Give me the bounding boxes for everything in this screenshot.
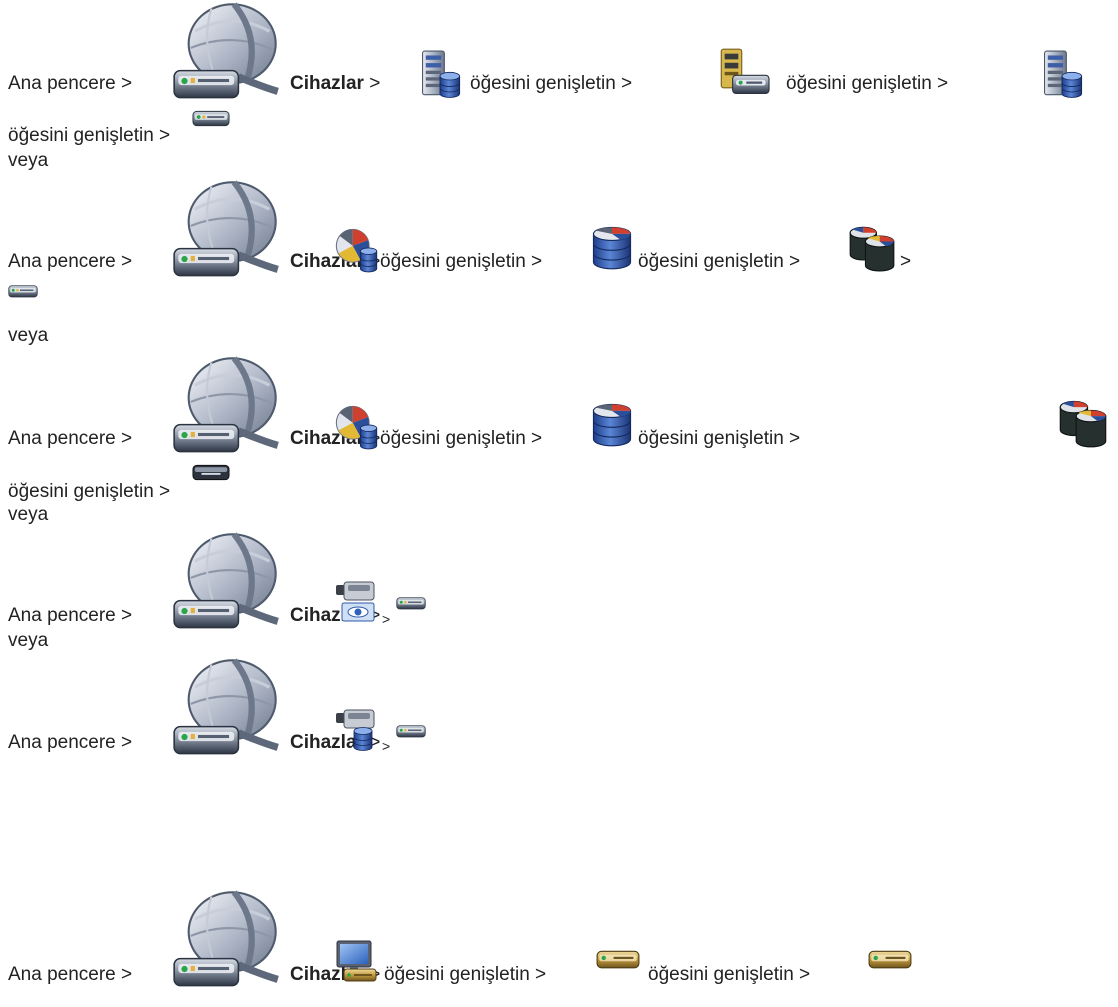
path-line-1b: Cihazlar >	[290, 73, 380, 95]
main-window-label: Ana pencere	[8, 605, 116, 626]
separator: >	[121, 428, 133, 449]
encoder-box-gold-icon	[868, 946, 912, 972]
main-window-label: Ana pencere	[8, 73, 116, 94]
expand-text: öğesini genişletin	[380, 251, 526, 272]
path-line-3e: >	[900, 251, 911, 273]
separator: >	[535, 964, 547, 985]
separator: >	[121, 251, 133, 272]
separator: >	[789, 428, 801, 449]
path-line-4d: öğesini genişletin >	[638, 428, 800, 450]
or-text-3: veya	[8, 504, 48, 526]
expand-text: öğesini genişletin	[384, 964, 530, 985]
expand-text: öğesini genişletin	[380, 428, 526, 449]
expand-text: öğesini genişletin	[470, 73, 616, 94]
or-label: veya	[8, 630, 49, 651]
encoder-box-icon	[396, 594, 426, 612]
separator: >	[382, 738, 391, 754]
devices-globe-network-icon	[170, 0, 284, 104]
path-line-8c: öğesini genişletin >	[384, 964, 546, 986]
path-line-4c: öğesini genişletin >	[380, 428, 542, 450]
camera-eye-icon	[334, 578, 378, 624]
devices-globe-network-icon	[170, 178, 284, 282]
separator: >	[369, 73, 381, 94]
main-window-label: Ana pencere	[8, 251, 116, 272]
database-pie-icon	[590, 400, 634, 448]
separator: >	[121, 732, 133, 753]
main-window-label: Ana pencere	[8, 732, 116, 753]
server-rack-icon	[418, 50, 462, 98]
path-line-1d: öğesini genişletin >	[786, 73, 948, 95]
separator: >	[799, 964, 811, 985]
path-line-3c: öğesini genişletin >	[380, 251, 542, 273]
or-text-1: veya	[8, 150, 48, 172]
separator: >	[121, 605, 133, 626]
encoder-box-icon	[8, 282, 38, 300]
path-line-7: Ana pencere >	[8, 732, 132, 754]
or-text-4: veya	[8, 630, 48, 652]
or-text-2: veya	[8, 325, 48, 347]
separator: >	[159, 481, 171, 502]
expand-text: öğesini genişletin	[8, 481, 154, 502]
expand-text: öğesini genişletin	[648, 964, 794, 985]
path-line-6: Ana pencere >	[8, 605, 132, 627]
separator: >	[159, 125, 171, 146]
database-pie-icon	[590, 223, 634, 271]
encoder-box-icon	[396, 722, 426, 740]
devices-globe-network-icon	[170, 354, 284, 458]
separator: >	[531, 428, 543, 449]
expand-text: öğesini genişletin	[8, 125, 154, 146]
path-line-1: Ana pencere >	[8, 73, 132, 95]
devices-globe-network-icon	[170, 656, 284, 760]
or-label: veya	[8, 504, 49, 525]
devices-globe-network-icon	[170, 888, 284, 992]
monitor-device-icon	[334, 938, 378, 984]
camera-database-icon	[334, 706, 378, 752]
device-server-icon	[716, 48, 772, 98]
devices-globe-network-icon	[170, 530, 284, 634]
separator: >	[382, 611, 391, 627]
separator: >	[937, 73, 949, 94]
dual-database-pie-icon	[1058, 398, 1108, 448]
path-line-5: öğesini genişletin >	[8, 481, 170, 503]
separator: >	[789, 251, 801, 272]
dual-database-pie-icon	[848, 224, 896, 272]
path-line-8d: öğesini genişletin >	[648, 964, 810, 986]
separator: >	[900, 251, 912, 272]
path-line-1c: öğesini genişletin >	[470, 73, 632, 95]
expand-text: öğesini genişletin	[638, 428, 784, 449]
or-label: veya	[8, 325, 49, 346]
expand-text: öğesini genişletin	[786, 73, 932, 94]
encoder-box-icon	[192, 108, 230, 128]
main-window-label: Ana pencere	[8, 428, 116, 449]
decoder-box-icon	[192, 462, 230, 482]
path-line-2: öğesini genişletin >	[8, 125, 170, 147]
path-line-6c: >	[382, 608, 390, 630]
path-line-8: Ana pencere >	[8, 964, 132, 986]
server-rack-icon	[1040, 50, 1084, 98]
main-window-label: Ana pencere	[8, 964, 116, 985]
path-line-3d: öğesini genişletin >	[638, 251, 800, 273]
path-line-3: Ana pencere >	[8, 251, 132, 273]
path-line-7c: >	[382, 735, 390, 757]
separator: >	[531, 251, 543, 272]
devices-label: Cihazlar	[290, 73, 364, 94]
expand-text: öğesini genişletin	[638, 251, 784, 272]
separator: >	[121, 964, 133, 985]
vrm-pie-database-icon	[334, 402, 378, 450]
separator: >	[621, 73, 633, 94]
or-label: veya	[8, 150, 49, 171]
encoder-box-gold-icon	[596, 946, 640, 972]
vrm-pie-database-icon	[334, 225, 378, 273]
path-line-4: Ana pencere >	[8, 428, 132, 450]
separator: >	[121, 73, 133, 94]
